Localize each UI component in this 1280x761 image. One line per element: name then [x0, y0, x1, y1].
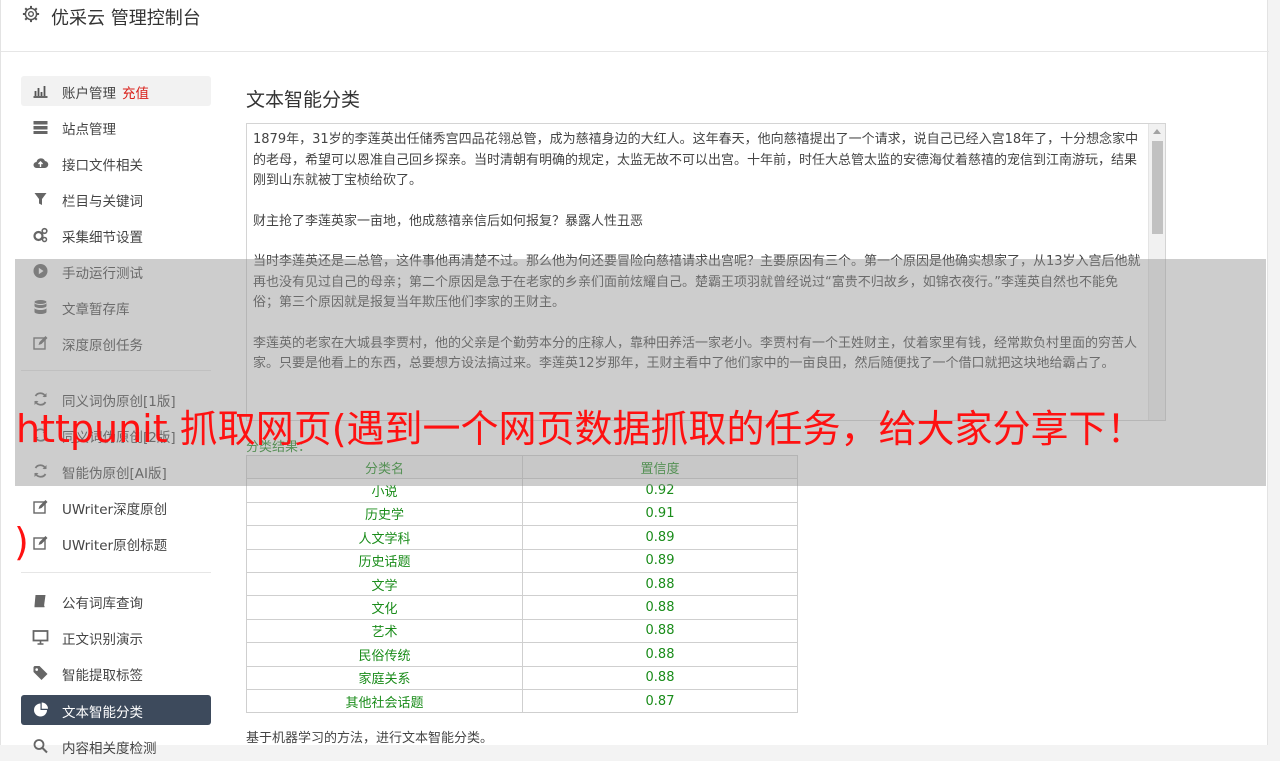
filter-icon — [34, 193, 47, 205]
category-cell: 艺术 — [246, 618, 523, 644]
table-row: 历史话题 0.89 — [246, 548, 798, 573]
edit-icon — [33, 500, 48, 514]
table-row: 民俗传统 0.88 — [246, 642, 798, 667]
confidence-cell: 0.88 — [522, 571, 798, 597]
search-icon — [33, 739, 48, 754]
bar-chart-icon — [33, 86, 48, 98]
category-cell: 文学 — [246, 571, 523, 597]
sidebar-item-text-classification[interactable]: 文本智能分类 — [21, 695, 211, 725]
sidebar-item-public-lexicon[interactable]: 公有词库查询 — [21, 586, 211, 616]
sidebar-item-body-recognition[interactable]: 正文识别演示 — [21, 622, 211, 652]
tag-icon — [33, 666, 48, 680]
confidence-cell: 0.88 — [522, 642, 798, 667]
overlay-paren: ) — [14, 520, 29, 564]
pie-chart-icon — [34, 702, 48, 717]
sidebar-item-account[interactable]: 账户管理 充值 — [21, 76, 211, 106]
sidebar-item-uwriter-deep[interactable]: UWriter深度原创 — [21, 492, 211, 522]
category-cell: 人文学科 — [246, 525, 523, 550]
sidebar-item-sites[interactable]: 站点管理 — [21, 112, 211, 142]
cogs-icon — [33, 227, 48, 243]
sidebar-item-label: UWriter深度原创 — [62, 502, 168, 518]
sidebar-item-label: 栏目与关键词 — [62, 194, 143, 210]
sidebar-item-label: 内容相关度检测 — [62, 741, 157, 757]
sidebar-item-label: 站点管理 — [62, 122, 116, 138]
top-bar: 优采云 管理控制台 — [1, 0, 1269, 52]
category-cell: 历史话题 — [246, 548, 523, 573]
monitor-icon — [32, 630, 49, 645]
category-cell: 其他社会话题 — [246, 688, 523, 714]
gear-icon — [22, 5, 40, 23]
sidebar-item-smart-tags[interactable]: 智能提取标签 — [21, 658, 211, 688]
cloud-upload-icon — [33, 158, 49, 169]
footer-note: 基于机器学习的方法，进行文本智能分类。 — [246, 731, 494, 746]
category-cell: 历史学 — [246, 501, 523, 527]
sidebar-item-columns-keywords[interactable]: 栏目与关键词 — [21, 184, 211, 214]
category-cell: 文化 — [246, 595, 523, 620]
scroll-thumb[interactable] — [1152, 141, 1163, 234]
sidebar-item-relevance-check[interactable]: 内容相关度检测 — [21, 731, 211, 761]
page-title: 文本智能分类 — [246, 89, 361, 111]
confidence-cell: 0.91 — [522, 501, 798, 527]
article-paragraph: 财主抢了李莲英家一亩地，他成慈禧亲信后如何报复？暴露人性丑恶 — [253, 213, 644, 229]
confidence-cell: 0.88 — [522, 618, 798, 644]
scroll-up-arrow-icon[interactable] — [1153, 129, 1161, 134]
table-row: 人文学科 0.89 — [246, 525, 798, 550]
sidebar-item-label: 公有词库查询 — [62, 596, 143, 612]
sidebar-item-label: 正文识别演示 — [62, 632, 143, 648]
sidebar-divider — [21, 572, 211, 573]
sidebar-item-label: 账户管理 — [62, 86, 116, 102]
confidence-cell: 0.88 — [522, 595, 798, 620]
confidence-cell: 0.89 — [522, 548, 798, 573]
sidebar-item-collect-settings[interactable]: 采集细节设置 — [21, 220, 211, 250]
confidence-cell: 0.89 — [522, 525, 798, 550]
table-row: 文学 0.88 — [246, 571, 798, 597]
table-row: 文化 0.88 — [246, 595, 798, 620]
table-row: 历史学 0.91 — [246, 501, 798, 527]
sidebar-item-label: 智能提取标签 — [62, 668, 143, 684]
sidebar-item-label: 文本智能分类 — [62, 705, 143, 721]
table-row: 艺术 0.88 — [246, 618, 798, 644]
overlay-title: httpunit 抓取网页(遇到一个网页数据抓取的任务，给大家分享下！ — [16, 407, 1145, 451]
article-paragraph: 1879年，31岁的李莲英出任储秀宫四品花翎总管，成为慈禧身边的大红人。这年春天… — [253, 132, 1139, 188]
category-cell: 民俗传统 — [246, 642, 523, 667]
confidence-cell: 0.88 — [522, 665, 798, 690]
recharge-link[interactable]: 充值 — [122, 86, 149, 102]
table-row: 其他社会话题 0.87 — [246, 688, 798, 714]
table-row: 家庭关系 0.88 — [246, 665, 798, 690]
sidebar-item-interface-files[interactable]: 接口文件相关 — [21, 148, 211, 178]
app-title: 优采云 管理控制台 — [51, 8, 201, 29]
category-cell: 家庭关系 — [246, 665, 523, 690]
classification-table: 分类名 置信度 小说 0.92 历史学 0.91 人文学科 0.89 历史话题 0.89… — [246, 454, 798, 714]
sidebar-item-label: 采集细节设置 — [62, 230, 143, 246]
server-icon — [33, 121, 48, 134]
sidebar-item-label: 接口文件相关 — [62, 158, 143, 174]
edit-icon — [33, 536, 48, 550]
sidebar-item-uwriter-title[interactable]: UWriter原创标题 — [21, 528, 211, 558]
sidebar-item-label: UWriter原创标题 — [62, 538, 168, 554]
confidence-cell: 0.87 — [522, 688, 798, 714]
book-icon — [34, 595, 46, 608]
